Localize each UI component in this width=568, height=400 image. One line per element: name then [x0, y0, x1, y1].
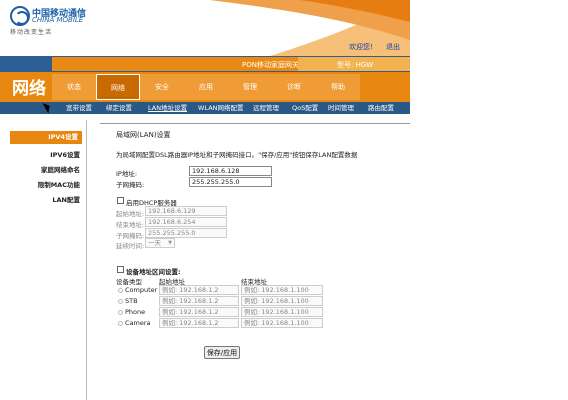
range-type-phone: Phone	[125, 308, 146, 316]
range-start-computer[interactable]: 例如: 192.168.1.2	[159, 285, 239, 295]
range-col-type: 设备类型	[116, 278, 142, 286]
subnav-route[interactable]: 路由配置	[368, 102, 394, 114]
dhcp-mask-input[interactable]: 255.255.255.0	[145, 228, 227, 238]
range-end-camera[interactable]: 例如: 192.168.1.100	[241, 318, 323, 328]
range-end-stb[interactable]: 例如: 192.168.1.100	[241, 296, 323, 306]
sidebar-item-lan-config[interactable]: LAN配置	[0, 194, 84, 207]
subnet-mask-label: 子网掩码:	[116, 181, 145, 189]
ip-address-input[interactable]: 192.168.6.128	[189, 166, 272, 176]
sidebar-item-ipv6[interactable]: IPV6设置	[0, 149, 84, 162]
range-radio-computer[interactable]	[118, 288, 123, 293]
dhcp-end-input[interactable]: 192.168.6.254	[145, 217, 227, 227]
range-type-stb: STB	[125, 297, 138, 305]
dhcp-lease-select[interactable]: 一天 ▼	[145, 238, 175, 248]
dhcp-end-label: 结束地址:	[116, 221, 145, 229]
sidebar-item-ipv4[interactable]: IPV4设置	[10, 131, 82, 144]
subnav-wan[interactable]: 宽带设置	[66, 102, 92, 114]
subnav-lan[interactable]: LAN地址设置	[148, 102, 187, 114]
ip-address-label: IP地址:	[116, 170, 138, 178]
china-mobile-logo-icon	[10, 6, 30, 26]
subnav-remote[interactable]: 远程管理	[253, 102, 279, 114]
brand-name-en: CHINA MOBILE	[32, 16, 84, 24]
logout-link[interactable]: 退出	[386, 42, 400, 52]
tab-help[interactable]: 帮助	[316, 74, 360, 100]
range-start-camera[interactable]: 例如: 192.168.1.2	[159, 318, 239, 328]
range-end-computer[interactable]: 例如: 192.168.1.100	[241, 285, 323, 295]
dhcp-lease-value: 一天	[148, 239, 161, 247]
model-label: 型号: HGW	[337, 61, 374, 69]
dhcp-enable-checkbox[interactable]	[117, 197, 124, 204]
dhcp-start-input[interactable]: 192.168.6.129	[145, 206, 227, 216]
range-start-stb[interactable]: 例如: 192.168.1.2	[159, 296, 239, 306]
subnav-qos[interactable]: QoS配置	[292, 102, 318, 114]
tab-status[interactable]: 状态	[52, 74, 96, 100]
tab-security[interactable]: 安全	[140, 74, 184, 100]
range-radio-stb[interactable]	[118, 299, 123, 304]
dhcp-start-label: 起始地址:	[116, 210, 145, 218]
content-top-rule	[100, 123, 410, 124]
page-description: 为局域网配置DSL路由器IP地址和子网掩码接口。"保存/应用"按钮保存LAN配置…	[116, 151, 358, 159]
sidebar-divider	[86, 120, 87, 400]
tab-applications[interactable]: 应用	[184, 74, 228, 100]
chevron-down-icon: ▼	[168, 240, 172, 246]
subnav-wlan[interactable]: WLAN网络配置	[198, 102, 244, 114]
tab-management[interactable]: 管理	[228, 74, 272, 100]
range-radio-camera[interactable]	[118, 321, 123, 326]
range-end-phone[interactable]: 例如: 192.168.1.100	[241, 307, 323, 317]
range-start-phone[interactable]: 例如: 192.168.1.2	[159, 307, 239, 317]
range-enable-label: 设备地址区间设置:	[126, 268, 181, 276]
dhcp-lease-label: 延续时间:	[116, 242, 145, 250]
subnav-binding[interactable]: 绑定设置	[106, 102, 132, 114]
range-type-computer: Computer	[125, 286, 158, 294]
sidebar-item-mac-limit[interactable]: 限制MAC功能	[0, 179, 84, 192]
device-name: PON移动家庭网关	[242, 61, 299, 69]
welcome-text: 欢迎您!	[349, 43, 373, 51]
subnet-mask-input[interactable]: 255.255.255.0	[189, 177, 272, 187]
range-type-camera: Camera	[125, 319, 151, 327]
range-radio-phone[interactable]	[118, 310, 123, 315]
brand-slogan: 移动改变生活	[10, 29, 53, 36]
sidebar-item-home-network-name[interactable]: 家庭网络命名	[0, 164, 84, 177]
subnav-time[interactable]: 时间管理	[328, 102, 354, 114]
range-enable-checkbox[interactable]	[117, 266, 124, 273]
page-title: 局域网(LAN)设置	[116, 131, 171, 139]
tab-diagnostics[interactable]: 诊断	[272, 74, 316, 100]
tab-network[interactable]: 网络	[96, 74, 140, 100]
save-apply-button[interactable]: 保存/应用	[204, 346, 240, 359]
section-title: 网络	[12, 79, 46, 99]
dhcp-mask-label: 子网掩码:	[116, 232, 145, 240]
